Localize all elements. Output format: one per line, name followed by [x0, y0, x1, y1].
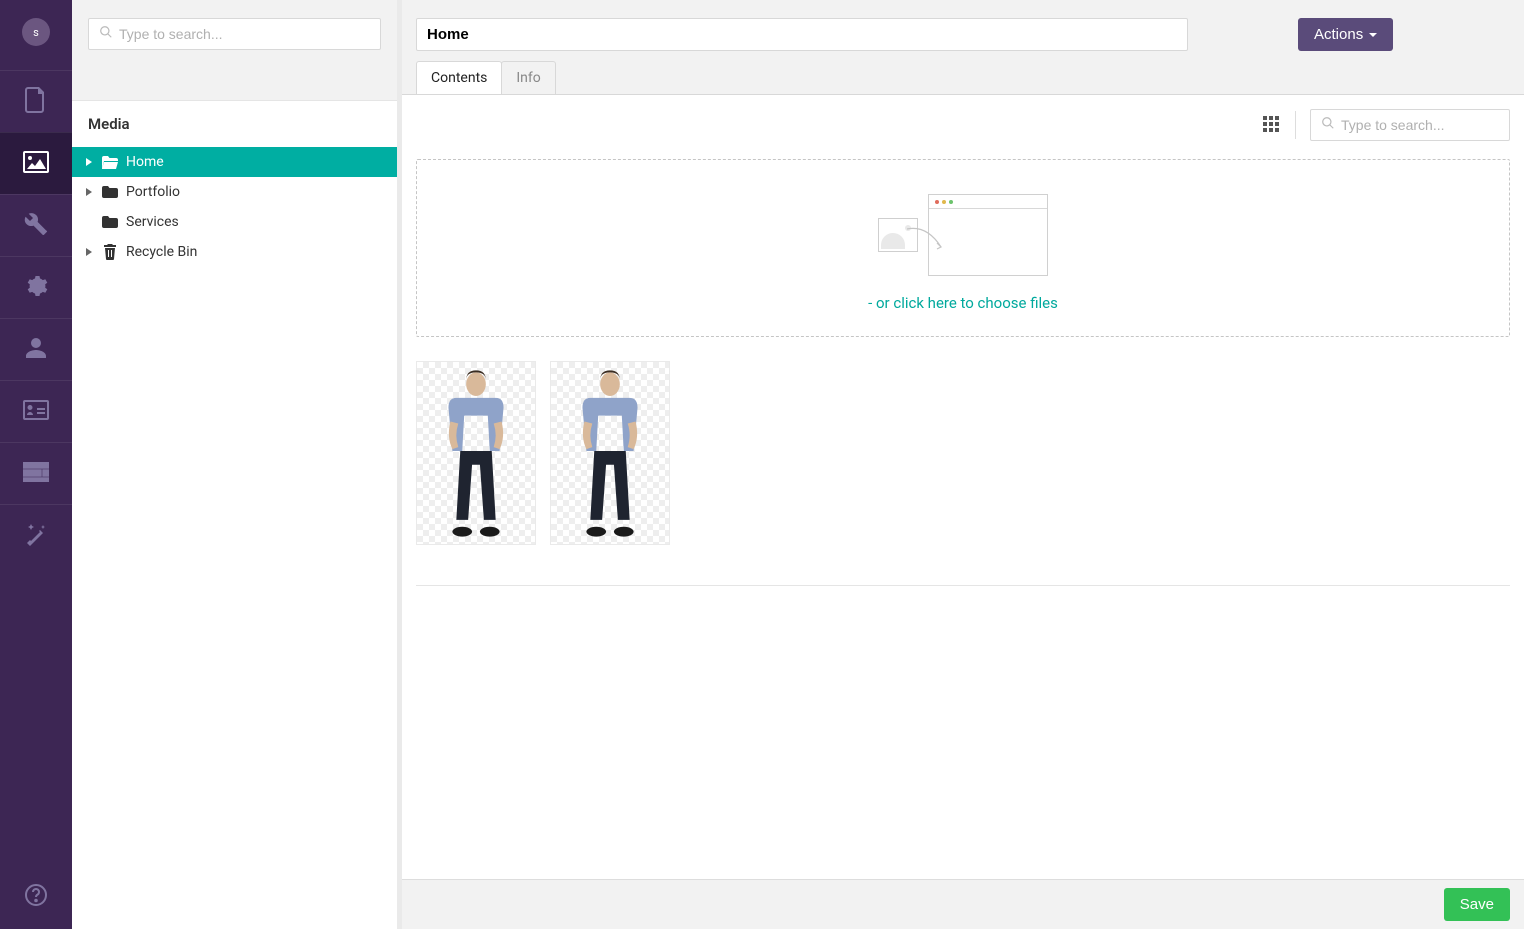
tree-item-label: Recycle Bin: [126, 244, 197, 260]
search-icon: [99, 25, 119, 43]
actions-button[interactable]: Actions: [1298, 18, 1393, 51]
wand-icon: [24, 522, 48, 550]
caret-icon[interactable]: [84, 158, 94, 166]
content-divider: [416, 585, 1510, 586]
nav-developer[interactable]: [0, 256, 72, 318]
tree-search-input[interactable]: [119, 26, 370, 42]
dropzone-link[interactable]: - or click here to choose files: [868, 294, 1058, 312]
section-title: Media: [72, 101, 397, 147]
footer-bar: Save: [402, 879, 1524, 929]
nav-translation[interactable]: [0, 504, 72, 566]
image-icon: [23, 151, 49, 177]
tree-panel: Media Home Portfolio: [72, 0, 402, 929]
upload-dropzone[interactable]: - or click here to choose files: [416, 159, 1510, 337]
tab-info[interactable]: Info: [501, 61, 555, 94]
main-area: Actions Contents Info: [402, 0, 1524, 929]
search-icon: [1321, 116, 1341, 134]
tree-list: Home Portfolio Services: [72, 147, 397, 267]
tree-search-area: [72, 0, 397, 101]
content-search-input[interactable]: [1341, 117, 1522, 133]
tree-item-label: Portfolio: [126, 184, 180, 200]
tree-item-portfolio[interactable]: Portfolio: [72, 177, 397, 207]
folder-icon: [102, 216, 118, 228]
nav-help[interactable]: [0, 883, 72, 911]
trash-icon: [102, 244, 118, 260]
document-icon: [25, 87, 47, 117]
gear-icon: [24, 274, 48, 302]
icon-rail: s: [0, 0, 72, 929]
save-label: Save: [1460, 896, 1494, 913]
tree-item-label: Services: [126, 214, 179, 230]
nav-media[interactable]: [0, 132, 72, 194]
tree-search-box[interactable]: [88, 18, 381, 50]
folder-icon: [102, 186, 118, 198]
tab-label: Contents: [431, 70, 487, 86]
tree-item-services[interactable]: Services: [72, 207, 397, 237]
nav-users[interactable]: [0, 318, 72, 380]
caret-icon[interactable]: [84, 188, 94, 196]
user-icon: [24, 336, 48, 364]
tabs: Contents Info: [402, 55, 1524, 94]
dropzone-window-icon: [928, 194, 1048, 276]
media-thumbnails: [416, 361, 1510, 545]
media-item[interactable]: [550, 361, 670, 545]
content-toolbar: [416, 109, 1510, 141]
person-image-icon: [551, 362, 669, 544]
header-row: Actions: [402, 0, 1524, 55]
nav-settings[interactable]: [0, 194, 72, 256]
folder-open-icon: [102, 156, 118, 169]
tab-label: Info: [516, 70, 540, 86]
media-item[interactable]: [416, 361, 536, 545]
dropzone-illustration: [878, 194, 1048, 276]
avatar-initial: s: [33, 26, 39, 39]
caret-icon[interactable]: [84, 248, 94, 256]
tree-item-home[interactable]: Home: [72, 147, 397, 177]
actions-label: Actions: [1314, 26, 1363, 43]
person-image-icon: [417, 362, 535, 544]
save-button[interactable]: Save: [1444, 888, 1510, 921]
content-pane: - or click here to choose files: [402, 94, 1524, 929]
app-root: s: [0, 0, 1524, 929]
title-input[interactable]: [416, 18, 1188, 51]
id-card-icon: [23, 400, 49, 424]
tab-contents[interactable]: Contents: [416, 61, 502, 94]
nav-forms[interactable]: [0, 442, 72, 504]
avatar[interactable]: s: [22, 18, 50, 46]
nav-content[interactable]: [0, 70, 72, 132]
toolbar-divider: [1295, 111, 1296, 139]
arrow-icon: [905, 225, 947, 255]
form-icon: [23, 462, 49, 486]
tree-item-label: Home: [126, 154, 164, 170]
grid-view-icon[interactable]: [1263, 116, 1281, 134]
help-icon: [24, 883, 48, 911]
nav-members[interactable]: [0, 380, 72, 442]
tree-item-recycle-bin[interactable]: Recycle Bin: [72, 237, 397, 267]
content-search-box[interactable]: [1310, 109, 1510, 141]
wrench-icon: [24, 212, 48, 240]
